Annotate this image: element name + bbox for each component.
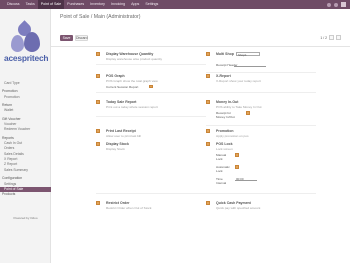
checkbox[interactable] [96, 52, 100, 56]
divider [96, 116, 206, 117]
checkbox[interactable] [96, 142, 100, 146]
breadcrumb[interactable]: Point of Sale / Main (Administrator) [60, 14, 140, 20]
powered-by[interactable]: Powered by Odoo [0, 216, 51, 220]
receipt-money-in-out-label: Receipt for Money In/Out [216, 111, 235, 119]
setting-title: Restrict Order [106, 201, 130, 205]
setting-description: Display Stock [106, 146, 125, 151]
receipt-money-in-out-checkbox[interactable] [246, 111, 250, 115]
setting-title: Today Sale Report [106, 100, 137, 104]
setting-description: Display warehouse wise product quantity [106, 56, 163, 61]
divider [96, 64, 206, 65]
discard-button[interactable]: Discard [75, 35, 88, 41]
top-right-icons [327, 0, 346, 9]
setting-title: Promotion [216, 129, 234, 133]
automatic-lock-checkbox[interactable] [235, 165, 239, 169]
automatic-lock-label: Automatic Lock [216, 165, 230, 173]
pager-next-button[interactable] [336, 35, 341, 40]
sidebar-menu: Card Type Promotion Promotion Return Wal… [0, 81, 51, 198]
checkbox[interactable] [96, 129, 100, 133]
setting-description: Allow user to print last bill [106, 133, 141, 138]
logo-text: acespritech [4, 53, 49, 63]
divider [206, 92, 316, 93]
main-content: Point of Sale / Main (Administrator) Sav… [51, 9, 350, 263]
checkbox[interactable] [206, 129, 210, 133]
pager-prev-button[interactable] [329, 35, 334, 40]
top-menu-apps[interactable]: Apps [128, 0, 142, 9]
checkbox[interactable] [206, 100, 210, 104]
setting-title: Quick Cash Payment [216, 201, 251, 205]
top-menu-invoicing[interactable]: Invoicing [108, 0, 128, 9]
setting-title: Print Last Receipt [106, 129, 136, 133]
current-session-report-label: Current Session Report [106, 85, 139, 89]
divider [206, 125, 316, 126]
divider [96, 92, 206, 93]
checkbox[interactable] [96, 74, 100, 78]
sidebar: acespritech Card Type Promotion Promotio… [0, 9, 51, 263]
setting-title: Display Stock [106, 142, 129, 146]
setting-description: X-Report show your today report [216, 78, 261, 83]
setting-title: POS Lock [216, 142, 233, 146]
manual-lock-label: Manual Lock [216, 153, 227, 161]
checkbox[interactable] [96, 201, 100, 205]
logo-drop-right-icon [24, 32, 40, 52]
setting-title: Display Warehouse Quantity [106, 52, 154, 56]
setting-description: Restrict Order when Out of Stock [106, 205, 152, 210]
shop-select[interactable]: Shop1 [236, 51, 260, 56]
manual-lock-checkbox[interactable] [235, 153, 239, 157]
sidebar-section-products[interactable]: Products [0, 192, 51, 197]
setting-description: Lock screen [216, 146, 233, 151]
checkbox[interactable] [206, 142, 210, 146]
divider [96, 193, 206, 194]
pager-value: 1 / 2 [320, 35, 327, 40]
setting-description: Apply promotion on pos [216, 133, 249, 138]
logo-drop-left-icon [11, 35, 24, 52]
checkbox[interactable] [206, 52, 210, 56]
avatar[interactable] [341, 2, 346, 7]
setting-title: POS Graph [106, 74, 125, 78]
setting-title: Multi Shop [216, 52, 234, 56]
divider [206, 72, 316, 73]
activity-icon[interactable] [334, 2, 338, 7]
time-interval-field[interactable]: 00:00 [235, 177, 257, 182]
setting-description: Quick pay with specified amount [216, 205, 261, 210]
save-button[interactable]: Save [60, 35, 73, 41]
top-menu-tasks[interactable]: Tasks [23, 0, 38, 9]
top-navbar: Discuss Tasks Point of Sale Purchases In… [0, 0, 350, 9]
top-menu-settings[interactable]: Settings [142, 0, 161, 9]
chat-icon[interactable] [327, 2, 331, 7]
pager: 1 / 2 [320, 35, 341, 40]
checkbox[interactable] [96, 100, 100, 104]
checkbox[interactable] [206, 201, 210, 205]
receipt-header-field[interactable] [234, 63, 266, 68]
checkbox[interactable] [206, 74, 210, 78]
setting-title: X-Report [216, 74, 231, 78]
top-menu-purchases[interactable]: Purchases [64, 0, 87, 9]
setting-title: Money In-Out [216, 100, 239, 104]
company-logo: acespritech [4, 20, 49, 69]
top-menu-discuss[interactable]: Discuss [4, 0, 23, 9]
top-menu-point-of-sale[interactable]: Point of Sale [37, 0, 65, 9]
setting-description: POS Graph show the total graph view [106, 78, 158, 83]
top-menu-inventory[interactable]: Inventory [87, 0, 108, 9]
setting-description: Print out a today whole session report [106, 104, 158, 109]
setting-description: POS ability to Take Money In Out [216, 104, 262, 109]
current-session-report-checkbox[interactable] [149, 84, 153, 89]
divider [51, 46, 350, 47]
time-interval-label: Time Interval [216, 177, 227, 185]
top-menu: Discuss Tasks Point of Sale Purchases In… [4, 0, 161, 9]
divider [206, 193, 316, 194]
